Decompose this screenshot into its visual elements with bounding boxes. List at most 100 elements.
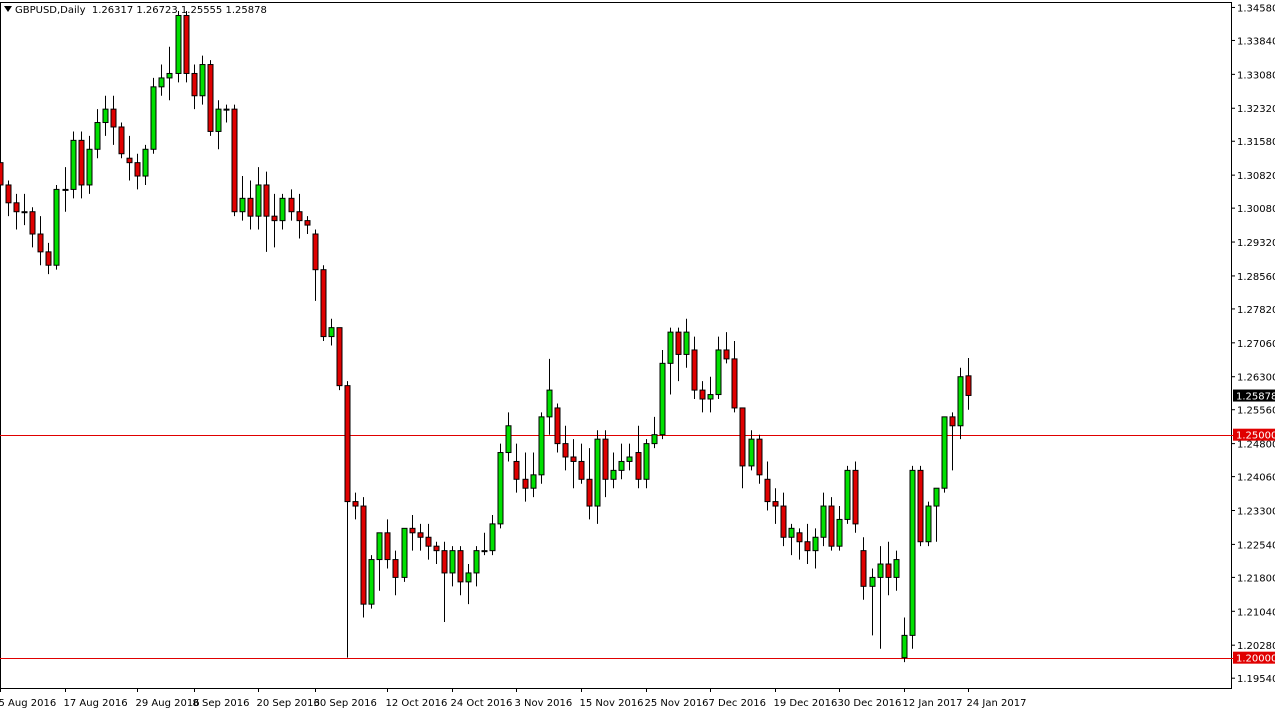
candle-body: [748, 438, 755, 467]
candle-body: [457, 550, 464, 583]
x-tick-label: 24 Oct 2016: [451, 698, 513, 709]
candle-body: [683, 331, 690, 355]
level-price-tag-0-label: 1.25000: [1236, 431, 1275, 442]
candle-body: [296, 211, 303, 222]
candle-body: [481, 550, 488, 553]
candle-body: [844, 469, 851, 520]
candle-body: [247, 197, 254, 217]
price-axis: 1.34580 1.33840 1.33080 1.32320 1.31580 1.308…: [1231, 3, 1275, 685]
candle: [852, 461, 859, 533]
candle: [925, 501, 932, 547]
candle-body: [94, 122, 101, 150]
candle-body: [570, 456, 577, 462]
candle-body: [497, 452, 504, 525]
x-tick-label: 7 Dec 2016: [709, 698, 767, 709]
candle: [360, 497, 367, 618]
candle-body: [199, 64, 206, 97]
candle-body: [699, 389, 706, 400]
candle-body: [522, 478, 529, 489]
candle-body: [78, 139, 85, 186]
candle-body: [594, 438, 601, 507]
candle-body: [45, 251, 52, 266]
y-tick-label: 1.32320: [1237, 104, 1275, 115]
candle-body: [869, 576, 876, 587]
candle-body: [554, 407, 561, 445]
candle: [917, 465, 924, 547]
candle-body: [360, 505, 367, 605]
level-price-tag-0: 1.25000: [1233, 428, 1275, 442]
y-tick-label: 1.29320: [1237, 238, 1275, 249]
candle-body: [933, 487, 940, 507]
candle-body: [465, 572, 472, 583]
x-tick-label: 5 Aug 2016: [0, 698, 56, 709]
candle-body: [175, 14, 182, 74]
symbol-timeframe: GBPUSD,Daily: [15, 5, 86, 16]
price-chart[interactable]: 1.34580 1.33840 1.33080 1.32320 1.31580 1.308…: [0, 0, 1275, 715]
x-tick-label: 3 Nov 2016: [515, 698, 573, 709]
candle-body: [635, 452, 642, 480]
candlestick-chart-svg[interactable]: 1.34580 1.33840 1.33080 1.32320 1.31580 1.308…: [0, 0, 1275, 715]
candle-body: [764, 478, 771, 503]
candle-body: [893, 559, 900, 578]
y-tick-label: 1.20280: [1237, 641, 1275, 652]
candle-body: [126, 157, 133, 164]
candle-body: [86, 148, 93, 186]
level-price-tag-1-label: 1.20000: [1236, 654, 1275, 665]
candle: [231, 104, 238, 217]
candle: [336, 327, 343, 391]
candle: [53, 184, 60, 270]
candle-body: [207, 64, 214, 132]
candle-body: [618, 460, 625, 471]
candle-body: [344, 385, 351, 503]
plot-area-frame: [0, 2, 1232, 689]
candle-body: [731, 358, 738, 409]
candle-body: [417, 532, 424, 538]
current-price-tag: 1.25878: [1233, 389, 1275, 403]
candle-body: [473, 550, 480, 574]
candle-body: [271, 215, 278, 222]
candle-body: [223, 108, 230, 111]
y-tick-label: 1.23300: [1237, 507, 1275, 518]
y-tick-label: 1.27820: [1237, 305, 1275, 316]
x-tick-label: 19 Dec 2016: [774, 698, 838, 709]
candle-body: [538, 416, 545, 476]
candle: [368, 555, 375, 609]
candle-body: [885, 563, 892, 578]
candle: [175, 11, 182, 83]
candle-body: [62, 188, 69, 191]
candle-body: [739, 407, 746, 467]
y-tick-label: 1.21800: [1237, 573, 1275, 584]
candle-body: [0, 162, 4, 186]
candle-body: [949, 416, 956, 427]
candle-body: [401, 527, 408, 578]
y-tick-label: 1.19540: [1237, 674, 1275, 685]
candle-body: [513, 460, 520, 480]
candle-body: [675, 331, 682, 355]
candle: [118, 122, 125, 159]
candle-body: [691, 349, 698, 391]
candle-body: [651, 434, 658, 445]
candle-body: [191, 72, 198, 97]
x-tick-label: 30 Dec 2016: [838, 698, 902, 709]
x-tick-label: 17 Aug 2016: [64, 698, 128, 709]
candle-body: [836, 518, 843, 547]
y-tick-label: 1.21040: [1237, 607, 1275, 618]
candle-body: [586, 478, 593, 507]
candle-body: [877, 563, 884, 578]
y-tick-label: 1.26300: [1237, 373, 1275, 384]
candle: [497, 443, 504, 529]
candle-body: [659, 362, 666, 436]
candle-body: [70, 139, 77, 190]
time-axis: 5 Aug 2016 17 Aug 2016 29 Aug 20168 Sep 20…: [0, 688, 1026, 709]
candle-body: [384, 532, 391, 561]
y-tick-label: 1.30820: [1237, 171, 1275, 182]
candle: [538, 412, 545, 484]
y-tick-label: 1.30080: [1237, 204, 1275, 215]
candle-body: [796, 532, 803, 543]
x-tick-label: 24 Jan 2017: [967, 698, 1027, 709]
candle-body: [328, 327, 335, 338]
candle-body: [215, 108, 222, 132]
candle: [207, 60, 214, 136]
candle-body: [183, 14, 190, 74]
candle-body: [941, 416, 948, 489]
